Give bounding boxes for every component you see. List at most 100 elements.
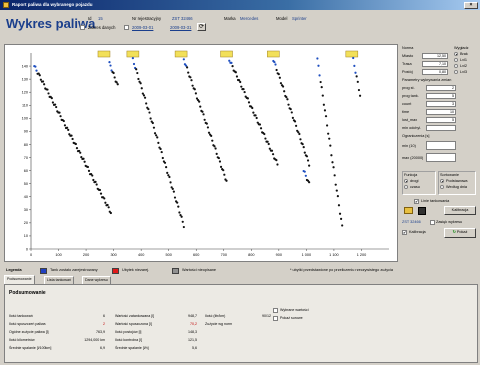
wybrane-checkbox[interactable] <box>273 308 278 313</box>
max-input[interactable] <box>426 153 456 162</box>
miasto-input[interactable]: 12,50 <box>422 53 448 59</box>
data-point <box>287 103 290 106</box>
kalibracja-button[interactable]: Kalibracja <box>444 206 476 215</box>
date-checkbox[interactable] <box>124 25 129 30</box>
data-point <box>277 73 280 76</box>
wygl-radio-2[interactable] <box>454 64 458 68</box>
min-label: min (10) <box>402 144 416 148</box>
p5-input[interactable]: 5 <box>426 117 456 123</box>
wygl-radio-3[interactable] <box>454 70 458 74</box>
data-point <box>290 111 293 114</box>
data-point <box>337 204 341 207</box>
data-point <box>91 174 94 177</box>
date-to[interactable]: 2009-03-31 <box>170 25 191 30</box>
data-point <box>182 225 185 229</box>
range-checkbox[interactable] <box>80 25 85 30</box>
data-point <box>67 128 70 131</box>
p3-label: count <box>402 102 412 106</box>
data-point <box>228 59 231 62</box>
data-point <box>328 137 331 140</box>
data-point <box>71 137 74 141</box>
p2-label: prog tank. <box>402 94 419 98</box>
lim-label: Ograniczenia [s] <box>402 134 430 138</box>
p4-input[interactable]: 10 <box>426 109 456 115</box>
refuel-marker <box>126 50 140 58</box>
range-label: Zakres danych <box>88 25 116 30</box>
data-point <box>186 66 189 69</box>
data-point <box>317 64 320 67</box>
p6-input[interactable] <box>426 125 456 131</box>
linie-checkbox[interactable]: ✔ <box>414 199 419 204</box>
kalibracja-checkbox[interactable]: ✔ <box>402 230 407 235</box>
data-point <box>83 160 86 163</box>
data-point <box>298 132 301 136</box>
data-point <box>255 116 258 120</box>
p3-input[interactable]: 3 <box>426 101 456 107</box>
data-point <box>303 170 306 173</box>
data-point <box>286 98 289 101</box>
data-point <box>254 114 257 117</box>
date-from[interactable]: 2009-03-01 <box>132 25 153 30</box>
data-point <box>251 106 254 110</box>
data-point <box>165 166 168 169</box>
sortowanie-label: Sortowanie <box>440 173 459 177</box>
tab-podsumowanie[interactable]: Podsumowanie <box>4 275 35 284</box>
data-point <box>159 147 162 151</box>
data-point <box>330 154 333 157</box>
zasieg-checkbox[interactable] <box>430 220 435 225</box>
surowe-checkbox[interactable] <box>273 316 278 321</box>
p1-label: prog st. <box>402 86 415 90</box>
data-point <box>193 88 196 91</box>
data-point <box>213 145 216 148</box>
legend-note: * ubytki przedstawione po przeliczeniu r… <box>290 268 393 272</box>
data-point <box>137 77 140 81</box>
tab-lista-tankowan[interactable]: Lista tankowań <box>44 276 74 284</box>
data-point <box>268 147 271 150</box>
data-point <box>139 82 142 85</box>
p1-input[interactable]: 2 <box>426 85 456 91</box>
stat-value: 90/12 <box>262 314 271 318</box>
data-point <box>131 57 134 60</box>
settings-panel: Norma Miasto 12,50 Trasa 7,10 Postój 0,8… <box>400 44 478 264</box>
trasa-label: Trasa <box>402 62 412 66</box>
p4-label: time <box>402 110 410 114</box>
refresh-button[interactable]: ⟳ <box>197 23 206 31</box>
funkcja-radio-1[interactable] <box>404 185 408 189</box>
wygl-radio-1[interactable] <box>454 58 458 62</box>
data-point <box>151 121 154 125</box>
data-point <box>207 131 211 134</box>
sort-radio-0[interactable] <box>440 179 444 183</box>
data-point <box>132 62 136 66</box>
data-point <box>278 76 281 79</box>
surowe-label: Pokaż surowe <box>280 316 303 320</box>
data-point <box>168 175 171 179</box>
tab-dane-wykresu[interactable]: Dane wykresu <box>82 276 111 284</box>
save-icon[interactable] <box>418 207 426 215</box>
linie-label: Linie tankowania <box>421 199 450 203</box>
postoj-input[interactable]: 0,80 <box>422 69 448 75</box>
funkcja-radio-0[interactable] <box>404 179 408 183</box>
close-button[interactable]: × <box>464 1 478 9</box>
data-point <box>198 100 201 103</box>
trasa-input[interactable]: 7,10 <box>422 61 448 67</box>
data-point <box>136 71 139 75</box>
data-point <box>263 132 266 136</box>
pokaz-button[interactable]: ↻ Pokaż <box>444 228 476 238</box>
x-tick-label: 100 <box>55 253 61 257</box>
app-icon <box>3 2 9 8</box>
sort-radio-1[interactable] <box>440 185 444 189</box>
p2-input[interactable]: 5 <box>426 93 456 99</box>
wygl-radio-0[interactable] <box>454 52 458 56</box>
data-point <box>327 132 330 135</box>
data-point <box>323 109 327 112</box>
data-point <box>79 151 82 154</box>
summary-panel: Podsumowanie Ilość tankowań 6 Ilość spus… <box>4 284 478 363</box>
folder-icon[interactable] <box>404 207 413 214</box>
data-point <box>211 139 214 142</box>
model-value: Sprinter <box>292 16 307 21</box>
stat-value: 70,2 <box>190 322 197 326</box>
x-tick-label: 900 <box>276 253 282 257</box>
legend-swatch-1 <box>112 267 119 274</box>
stat-label: Wartość zatankowana [l] <box>115 314 155 318</box>
min-input[interactable] <box>426 141 456 150</box>
